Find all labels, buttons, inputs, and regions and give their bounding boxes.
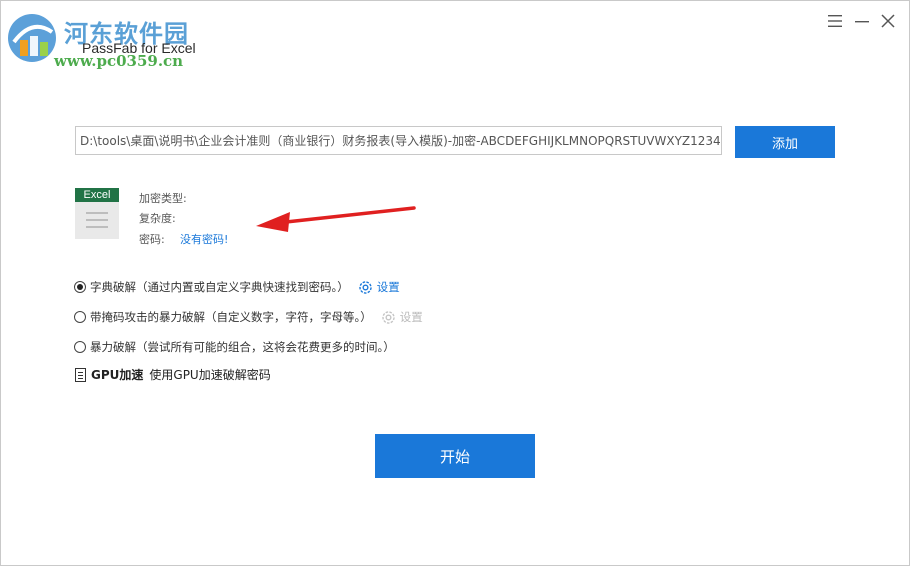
- app-header-logo: 河东软件园 PassFab for Excel www.pc0359.cn: [2, 4, 242, 70]
- minimize-button[interactable]: [853, 12, 871, 30]
- dictionary-radio[interactable]: [74, 281, 86, 293]
- password-label: 密码:: [139, 233, 165, 246]
- excel-tag: Excel: [75, 188, 119, 202]
- mask-attack-label: 带掩码攻击的暴力破解（自定义数字，字符，字母等。）: [90, 310, 372, 324]
- option-mask-attack[interactable]: 带掩码攻击的暴力破解（自定义数字，字符，字母等。） 设置: [74, 308, 423, 326]
- gear-icon: [382, 310, 395, 324]
- option-brute-force-attack[interactable]: 暴力破解（尝试所有可能的组合，这将会花费更多的时间。）: [74, 338, 395, 356]
- password-value: 没有密码!: [180, 233, 229, 246]
- brute-force-radio[interactable]: [74, 341, 86, 353]
- add-button[interactable]: 添加: [735, 126, 835, 158]
- gpu-acceleration-row[interactable]: GPU加速 使用GPU加速破解密码: [75, 366, 271, 383]
- close-button[interactable]: [879, 12, 897, 30]
- watermark-logo-icon: [8, 14, 56, 62]
- dictionary-settings-link[interactable]: 设置: [357, 279, 400, 296]
- gear-icon: [359, 280, 372, 294]
- mask-settings-label: 设置: [399, 310, 423, 324]
- encryption-type-label: 加密类型:: [139, 192, 187, 205]
- menu-icon: [828, 15, 842, 27]
- menu-button[interactable]: [826, 12, 844, 30]
- dictionary-attack-label: 字典破解（通过内置或自定义字典快速找到密码。）: [90, 280, 349, 294]
- brute-force-attack-label: 暴力破解（尝试所有可能的组合，这将会花费更多的时间。）: [90, 340, 395, 354]
- gpu-description: 使用GPU加速破解密码: [149, 368, 271, 382]
- excel-file-thumbnail: Excel: [75, 188, 119, 239]
- start-button[interactable]: 开始: [375, 434, 535, 478]
- mask-settings-link[interactable]: 设置: [380, 309, 423, 326]
- gpu-title: GPU加速: [91, 368, 144, 382]
- gpu-checkbox-icon[interactable]: [75, 367, 86, 382]
- mask-radio[interactable]: [74, 311, 86, 323]
- dictionary-settings-label: 设置: [376, 280, 400, 294]
- close-icon: [881, 14, 895, 28]
- option-dictionary-attack[interactable]: 字典破解（通过内置或自定义字典快速找到密码。） 设置: [74, 278, 400, 296]
- complexity-label: 复杂度:: [139, 212, 176, 225]
- watermark-url: www.pc0359.cn: [54, 52, 184, 70]
- document-lines-icon: [86, 212, 108, 233]
- file-path-input[interactable]: [75, 126, 722, 155]
- red-arrow-annotation: [256, 206, 416, 232]
- minimize-icon: [855, 21, 869, 23]
